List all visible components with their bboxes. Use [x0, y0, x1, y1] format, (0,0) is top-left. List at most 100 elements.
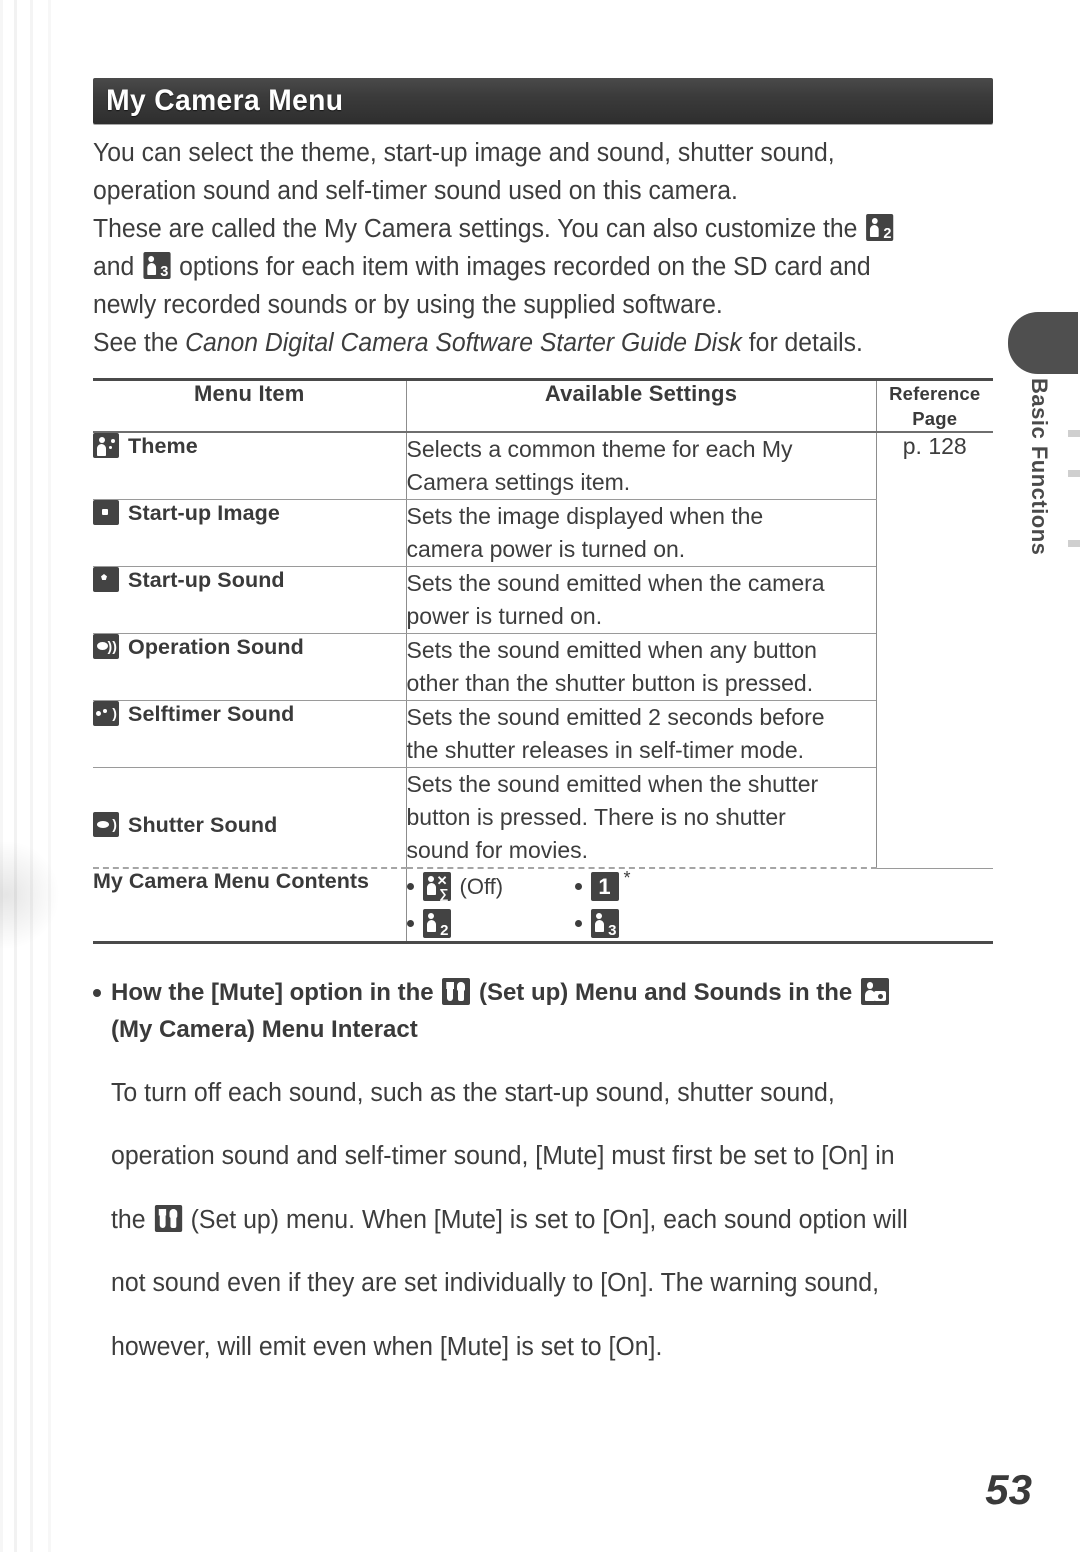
intro-line-5: newly recorded sounds or by using the su… — [93, 291, 723, 319]
row-startup-image-label: Start-up Image — [128, 501, 280, 525]
intro-paragraph: You can select the theme, start-up image… — [93, 134, 966, 362]
row-operation-sound-item: )) Operation Sound — [93, 633, 406, 701]
row-startup-sound-item: Start-up Sound — [93, 566, 406, 634]
set-up-icon — [154, 1204, 182, 1232]
row-theme-setting-line1: Selects a common theme for each My — [406, 436, 793, 462]
row-startup-image-item: Start-up Image — [93, 499, 406, 567]
intro-line-5b: for details. — [748, 329, 863, 357]
side-mark-2 — [1068, 470, 1080, 477]
side-tab-label: Basic Functions — [1027, 378, 1052, 556]
row-selftimer-sound-setting-line1: Sets the sound emitted 2 seconds before — [406, 704, 825, 730]
note-heading-b: (Set up) Menu and Sounds in the — [478, 979, 853, 1006]
row-shutter-sound-setting-line1: Sets the sound emitted when the shutter — [406, 771, 819, 797]
row-shutter-sound-label: Shutter Sound — [128, 813, 278, 837]
software-guide-title: Canon Digital Camera Software Starter Gu… — [185, 329, 742, 357]
row-theme-item: Theme — [93, 432, 406, 500]
note-heading-a: How the [Mute] option in the — [111, 979, 434, 1006]
my-camera-3-icon: 3 — [590, 909, 619, 938]
row-startup-sound-setting-line1: Sets the sound emitted when the camera — [406, 570, 825, 596]
table-row: ) Selftimer Sound Sets the sound emitted… — [93, 700, 993, 768]
menu-table-wrapper: Menu Item Available Settings Reference P… — [93, 378, 993, 944]
bullet-icon — [406, 920, 414, 927]
row-theme-setting: Selects a common theme for each My Camer… — [405, 432, 876, 500]
intro-line-2: operation sound and self-timer sound use… — [93, 177, 738, 205]
side-mark-1 — [1068, 430, 1080, 437]
shutter-sound-icon: ) — [93, 812, 119, 837]
side-mark-3 — [1068, 540, 1080, 547]
start-up-image-icon — [93, 500, 119, 525]
note-block: How the [Mute] option in the (Set up) Me… — [93, 974, 993, 1366]
note-body-line4: not sound even if they are set individua… — [111, 1269, 879, 1297]
theme-icon — [93, 433, 119, 458]
note-body: To turn off each sound, such as the star… — [111, 1074, 971, 1366]
intro-line-1: You can select the theme, start-up image… — [93, 139, 835, 167]
contents-option-2: 2 — [406, 906, 575, 941]
row-selftimer-sound-setting-line2: the shutter releases in self-timer mode. — [406, 737, 805, 763]
intro-line-3a: These are called the My Camera settings.… — [93, 215, 858, 243]
row-shutter-sound-setting: Sets the sound emitted when the shutter … — [405, 767, 876, 868]
contents-row-label: My Camera Menu Contents — [93, 867, 406, 941]
my-camera-2-icon: 2 — [422, 909, 451, 938]
header-available-settings: Available Settings — [405, 381, 876, 433]
row-selftimer-sound-setting: Sets the sound emitted 2 seconds before … — [405, 700, 876, 768]
note-body-line3b: (Set up) menu. When [Mute] is set to [On… — [190, 1205, 908, 1234]
row-shutter-sound-item: ) Shutter Sound — [93, 768, 406, 869]
my-camera-2-icon: 2 — [866, 214, 894, 241]
note-heading-c: (My Camera) Menu Interact — [111, 1016, 418, 1043]
note-body-line3: the (Set up) menu. When [Mute] is set to… — [111, 1201, 971, 1239]
bullet-icon — [406, 883, 414, 890]
reference-page-cell: p. 128 — [875, 432, 993, 869]
table-row-contents: My Camera Menu Contents ✕ ∑ (Off) 1 * 2 … — [93, 867, 993, 941]
intro-line-3: These are called the My Camera settings.… — [93, 210, 966, 248]
header-menu-item: Menu Item — [93, 381, 406, 433]
start-up-sound-icon — [93, 567, 119, 592]
header-reference-line2: Page — [912, 408, 958, 429]
menu-table: Menu Item Available Settings Reference P… — [93, 381, 993, 941]
table-row: )) Operation Sound Sets the sound emitte… — [93, 633, 993, 701]
row-selftimer-sound-item: ) Selftimer Sound — [93, 700, 406, 768]
intro-line-5a: See the — [93, 329, 179, 357]
row-startup-sound-setting: Sets the sound emitted when the camera p… — [405, 566, 876, 634]
row-operation-sound-setting: Sets the sound emitted when any button o… — [405, 633, 876, 701]
intro-line-6: See the Canon Digital Camera Software St… — [93, 324, 966, 362]
contents-option-1-star: * — [623, 868, 631, 888]
page-number: 53 — [985, 1466, 1032, 1513]
row-operation-sound-label: Operation Sound — [128, 635, 304, 659]
note-body-line2: operation sound and self-timer sound, [M… — [111, 1142, 895, 1170]
operation-sound-icon: )) — [93, 634, 119, 659]
selftimer-sound-icon: ) — [93, 701, 119, 726]
row-startup-image-setting-line1: Sets the image displayed when the — [406, 503, 764, 529]
row-startup-sound-label: Start-up Sound — [128, 568, 285, 592]
bullet-icon — [574, 883, 582, 890]
set-up-icon — [442, 978, 471, 1005]
note-body-line3a: the — [111, 1205, 146, 1234]
manual-page: Basic Functions My Camera Menu You can s… — [0, 0, 1080, 1552]
table-row: ) Shutter Sound Sets the sound emitted w… — [93, 767, 993, 869]
my-camera-3-icon: 3 — [143, 252, 171, 279]
table-row: Start-up Image Sets the image displayed … — [93, 499, 993, 567]
intro-line-4: and 3 options for each item with images … — [93, 248, 966, 286]
contents-option-3: 3 — [574, 906, 877, 941]
header-reference-line1: Reference — [889, 383, 981, 404]
row-theme-setting-line2: Camera settings item. — [406, 469, 631, 495]
header-reference-page: Reference Page — [875, 381, 993, 433]
note-body-line1: To turn off each sound, such as the star… — [111, 1078, 835, 1107]
my-camera-icon — [860, 978, 889, 1005]
contents-option-1: 1 * — [574, 868, 877, 904]
row-shutter-sound-setting-line3: sound for movies. — [406, 837, 589, 863]
my-camera-off-icon: ✕ ∑ — [422, 872, 451, 901]
contents-row-options: ✕ ∑ (Off) 1 * 2 3 — [405, 867, 877, 941]
table-header-row: Menu Item Available Settings Reference P… — [93, 381, 993, 433]
my-camera-1-icon: 1 — [590, 872, 619, 901]
page-content: My Camera Menu You can select the theme,… — [93, 78, 993, 1391]
row-startup-image-setting-line2: camera power is turned on. — [406, 536, 686, 562]
page-title: My Camera Menu — [106, 84, 344, 117]
intro-line-3c: options for each item with images record… — [179, 253, 871, 281]
row-operation-sound-setting-line2: other than the shutter button is pressed… — [406, 670, 814, 696]
bullet-icon — [93, 989, 101, 997]
row-shutter-sound-setting-line2: button is pressed. There is no shutter — [406, 804, 786, 830]
side-tab-pill — [1008, 312, 1078, 374]
row-startup-sound-setting-line2: power is turned on. — [406, 603, 603, 629]
contents-option-off-label: (Off) — [459, 873, 504, 899]
table-row: Start-up Sound Sets the sound emitted wh… — [93, 566, 993, 634]
